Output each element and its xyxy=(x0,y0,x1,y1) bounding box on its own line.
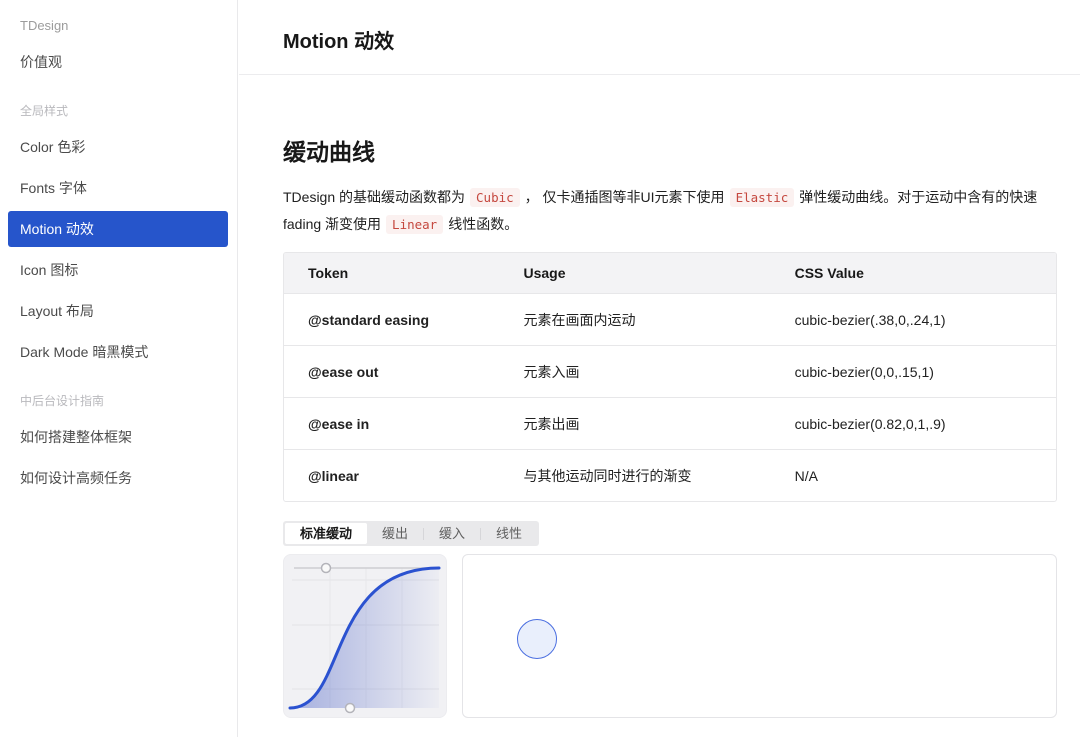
table-row: @standard easing 元素在画面内运动 cubic-bezier(.… xyxy=(284,293,1056,345)
usage-cell: 元素在画面内运动 xyxy=(499,293,770,345)
sidebar: TDesign 价值观 全局样式 Color 色彩 Fonts 字体 Motio… xyxy=(0,0,238,737)
sidebar-logo: TDesign xyxy=(20,18,68,33)
sidebar-item-layout[interactable]: Layout 布局 xyxy=(8,293,228,329)
curve-area-fill xyxy=(290,568,439,708)
easing-token-table: Token Usage CSS Value @standard easing 元… xyxy=(283,252,1057,502)
token-linear: @linear xyxy=(284,449,499,501)
usage-cell: 元素出画 xyxy=(499,397,770,449)
bezier-curve-svg xyxy=(284,555,446,717)
sidebar-item-motion[interactable]: Motion 动效 xyxy=(8,211,228,247)
code-chip-linear: Linear xyxy=(386,215,443,234)
usage-cell: 元素入画 xyxy=(499,345,770,397)
code-chip-elastic: Elastic xyxy=(730,188,795,207)
easing-demo-tabs: 标准缓动 缓出 缓入 线性 xyxy=(283,521,539,546)
css-value-cell: cubic-bezier(.38,0,.24,1) xyxy=(771,293,1056,345)
intro-text: ， 仅卡通插图等非UI元素下使用 xyxy=(525,189,725,205)
sidebar-item-fonts[interactable]: Fonts 字体 xyxy=(8,170,228,206)
token-ease-out: @ease out xyxy=(284,345,499,397)
column-header-css-value: CSS Value xyxy=(771,253,1056,293)
tab-linear[interactable]: 线性 xyxy=(481,523,537,544)
intro-text: 线性函数。 xyxy=(448,216,518,232)
sidebar-section-admin-guide: 中后台设计指南 xyxy=(20,391,104,411)
sidebar-item-values[interactable]: 价值观 xyxy=(8,44,228,80)
intro-text: TDesign 的基础缓动函数都为 xyxy=(283,189,465,205)
token-standard-easing: @standard easing xyxy=(284,293,499,345)
token-ease-in: @ease in xyxy=(284,397,499,449)
sidebar-item-build-framework[interactable]: 如何搭建整体框架 xyxy=(8,419,228,455)
table-row: @ease out 元素入画 cubic-bezier(0,0,.15,1) xyxy=(284,345,1056,397)
animation-stage xyxy=(462,554,1057,718)
css-value-cell: cubic-bezier(0,0,.15,1) xyxy=(771,345,1056,397)
animated-ball xyxy=(517,619,557,659)
page-title: Motion 动效 xyxy=(239,0,1080,54)
css-value-cell: N/A xyxy=(771,449,1056,501)
code-chip-cubic: Cubic xyxy=(470,188,520,207)
sidebar-item-design-tasks[interactable]: 如何设计高频任务 xyxy=(8,460,228,496)
usage-cell: 与其他运动同时进行的渐变 xyxy=(499,449,770,501)
bezier-handle-p2[interactable] xyxy=(322,564,331,573)
bezier-handle-p1[interactable] xyxy=(346,704,355,713)
column-header-usage: Usage xyxy=(499,253,770,293)
page-header: Motion 动效 xyxy=(239,0,1080,75)
table-row: @linear 与其他运动同时进行的渐变 N/A xyxy=(284,449,1056,501)
sidebar-item-dark-mode[interactable]: Dark Mode 暗黑模式 xyxy=(8,334,228,370)
tab-standard-easing[interactable]: 标准缓动 xyxy=(285,523,367,544)
sidebar-item-color[interactable]: Color 色彩 xyxy=(8,129,228,165)
table-header-row: Token Usage CSS Value xyxy=(284,253,1056,293)
section-title-easing-curve: 缓动曲线 xyxy=(283,133,1057,167)
tab-ease-out[interactable]: 缓出 xyxy=(367,523,423,544)
easing-demo xyxy=(283,554,1057,718)
table-row: @ease in 元素出画 cubic-bezier(0.82,0,1,.9) xyxy=(284,397,1056,449)
intro-paragraph: TDesign 的基础缓动函数都为 Cubic ， 仅卡通插图等非UI元素下使用 El… xyxy=(283,184,1057,238)
sidebar-section-global-styles: 全局样式 xyxy=(20,101,68,121)
bezier-curve-editor xyxy=(283,554,447,718)
main-content: Motion 动效 缓动曲线 TDesign 的基础缓动函数都为 Cubic ， 仅… xyxy=(239,0,1080,737)
tab-ease-in[interactable]: 缓入 xyxy=(424,523,480,544)
column-header-token: Token xyxy=(284,253,499,293)
css-value-cell: cubic-bezier(0.82,0,1,.9) xyxy=(771,397,1056,449)
sidebar-item-icon[interactable]: Icon 图标 xyxy=(8,252,228,288)
